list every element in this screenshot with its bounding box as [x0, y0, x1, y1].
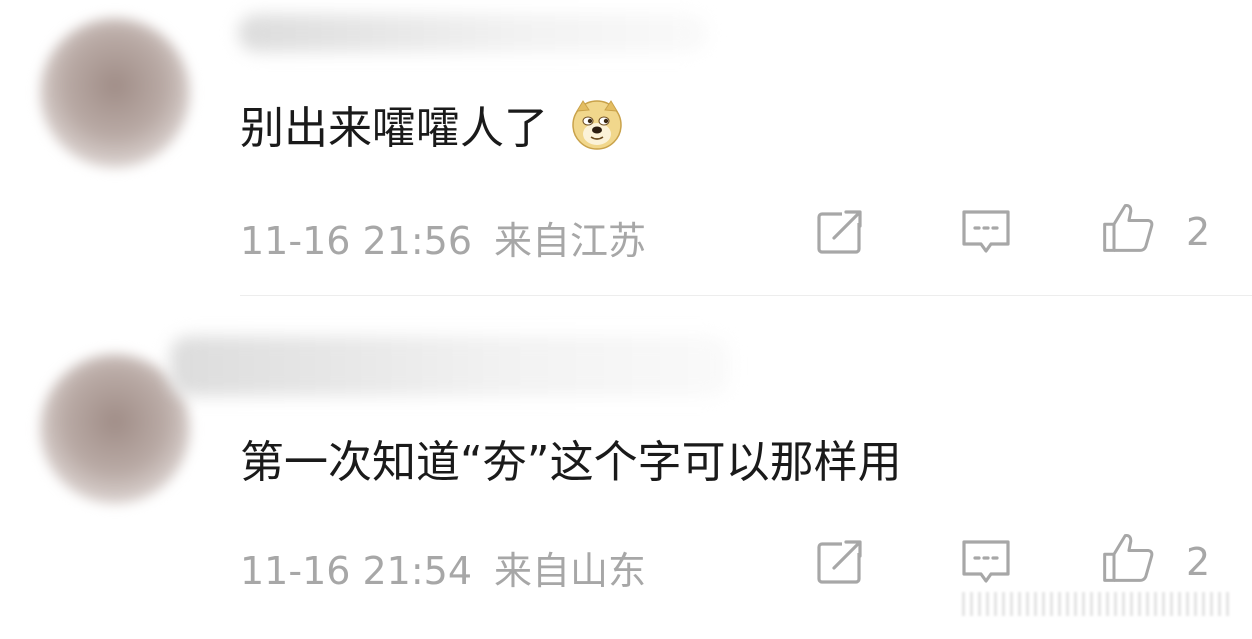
comment-icon[interactable]: [958, 534, 1014, 590]
thumbs-up-icon[interactable]: [1100, 200, 1156, 256]
comment-meta: 11-16 21:54 来自山东: [240, 540, 646, 595]
comment-location: 来自山东: [494, 549, 647, 593]
comment-location: 来自江苏: [494, 219, 647, 263]
share-icon[interactable]: [812, 534, 868, 590]
comment-time: 11-16 21:56: [240, 219, 473, 263]
comment-body: 第一次知道“夯”这个字可以那样用: [240, 437, 902, 488]
username-blurred[interactable]: [170, 336, 730, 396]
avatar[interactable]: [40, 18, 190, 168]
thumbs-up-icon[interactable]: [1100, 530, 1156, 586]
comment-item: 第一次知道“夯”这个字可以那样用 11-16 21:54 来自山东 2: [0, 296, 1252, 639]
comment-meta: 11-16 21:56 来自江苏: [240, 210, 646, 265]
avatar[interactable]: [40, 354, 190, 504]
comment-time: 11-16 21:54: [240, 549, 473, 593]
share-icon[interactable]: [812, 204, 868, 260]
comment-item: 别出来嚯嚯人了 11-16 21:56 来自江苏 2: [0, 0, 1252, 296]
comment-text: 别出来嚯嚯人了: [240, 92, 624, 156]
comment-body: 别出来嚯嚯人了: [240, 103, 548, 154]
like-count: 2: [1186, 540, 1211, 584]
username-blurred[interactable]: [238, 14, 708, 52]
comment-text: 第一次知道“夯”这个字可以那样用: [240, 426, 902, 490]
doge-emoji-icon: [572, 100, 622, 150]
comment-icon[interactable]: [958, 204, 1014, 260]
comment-list: 别出来嚯嚯人了 11-16 21:56 来自江苏 2 第一次知道“夯”这个字可以…: [0, 0, 1252, 639]
like-count: 2: [1186, 210, 1211, 254]
watermark: [962, 592, 1232, 616]
